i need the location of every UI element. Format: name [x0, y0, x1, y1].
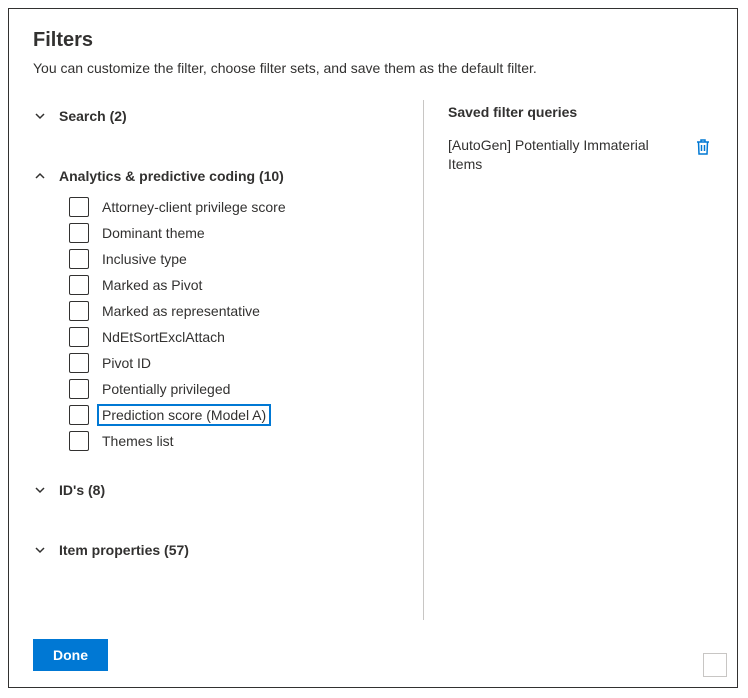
chevron-down-icon	[33, 543, 47, 557]
analytics-options: Attorney-client privilege score Dominant…	[33, 192, 407, 462]
option-row: Marked as Pivot	[69, 272, 407, 298]
columns: Search (2) Analytics & predictive coding…	[33, 100, 713, 620]
option-row: Prediction score (Model A)	[69, 402, 407, 428]
option-label[interactable]: Themes list	[99, 432, 177, 450]
checkbox[interactable]	[69, 405, 89, 425]
chevron-down-icon	[33, 483, 47, 497]
option-label[interactable]: Pivot ID	[99, 354, 154, 372]
checkbox[interactable]	[69, 431, 89, 451]
saved-queries-title: Saved filter queries	[448, 100, 713, 120]
option-row: Dominant theme	[69, 220, 407, 246]
chevron-down-icon	[33, 109, 47, 123]
checkbox[interactable]	[69, 197, 89, 217]
option-label[interactable]: NdEtSortExclAttach	[99, 328, 228, 346]
footer: Done	[33, 639, 108, 671]
option-label[interactable]: Marked as Pivot	[99, 276, 205, 294]
section-analytics-header[interactable]: Analytics & predictive coding (10)	[33, 160, 407, 192]
option-row: Themes list	[69, 428, 407, 454]
checkbox[interactable]	[69, 353, 89, 373]
section-ids-header[interactable]: ID's (8)	[33, 474, 407, 506]
option-label[interactable]: Inclusive type	[99, 250, 190, 268]
option-row: Pivot ID	[69, 350, 407, 376]
option-label[interactable]: Prediction score (Model A)	[99, 406, 269, 424]
section-ids-label: ID's (8)	[59, 482, 105, 498]
option-row: Marked as representative	[69, 298, 407, 324]
section-search-label: Search (2)	[59, 108, 127, 124]
option-row: Attorney-client privilege score	[69, 194, 407, 220]
checkbox[interactable]	[69, 327, 89, 347]
trash-icon	[695, 144, 711, 159]
done-button[interactable]: Done	[33, 639, 108, 671]
option-label[interactable]: Dominant theme	[99, 224, 208, 242]
checkbox[interactable]	[69, 379, 89, 399]
section-search-header[interactable]: Search (2)	[33, 100, 407, 132]
section-itemprops-header[interactable]: Item properties (57)	[33, 534, 407, 566]
chevron-up-icon	[33, 169, 47, 183]
saved-query-name[interactable]: [AutoGen] Potentially Immaterial Items	[448, 136, 681, 174]
option-row: Inclusive type	[69, 246, 407, 272]
filters-panel: Filters You can customize the filter, ch…	[8, 8, 738, 688]
delete-saved-query-button[interactable]	[693, 136, 713, 161]
option-label[interactable]: Marked as representative	[99, 302, 263, 320]
resize-handle[interactable]	[703, 653, 727, 677]
panel-subtitle: You can customize the filter, choose fil…	[33, 60, 713, 76]
section-itemprops-label: Item properties (57)	[59, 542, 189, 558]
checkbox[interactable]	[69, 275, 89, 295]
option-label[interactable]: Potentially privileged	[99, 380, 233, 398]
panel-title: Filters	[33, 29, 713, 52]
saved-queries-column: Saved filter queries [AutoGen] Potential…	[424, 100, 713, 620]
section-analytics-label: Analytics & predictive coding (10)	[59, 168, 284, 184]
option-row: Potentially privileged	[69, 376, 407, 402]
saved-query-row: [AutoGen] Potentially Immaterial Items	[448, 136, 713, 174]
option-row: NdEtSortExclAttach	[69, 324, 407, 350]
checkbox[interactable]	[69, 301, 89, 321]
option-label[interactable]: Attorney-client privilege score	[99, 198, 289, 216]
checkbox[interactable]	[69, 249, 89, 269]
checkbox[interactable]	[69, 223, 89, 243]
filter-sections-column: Search (2) Analytics & predictive coding…	[33, 100, 423, 620]
